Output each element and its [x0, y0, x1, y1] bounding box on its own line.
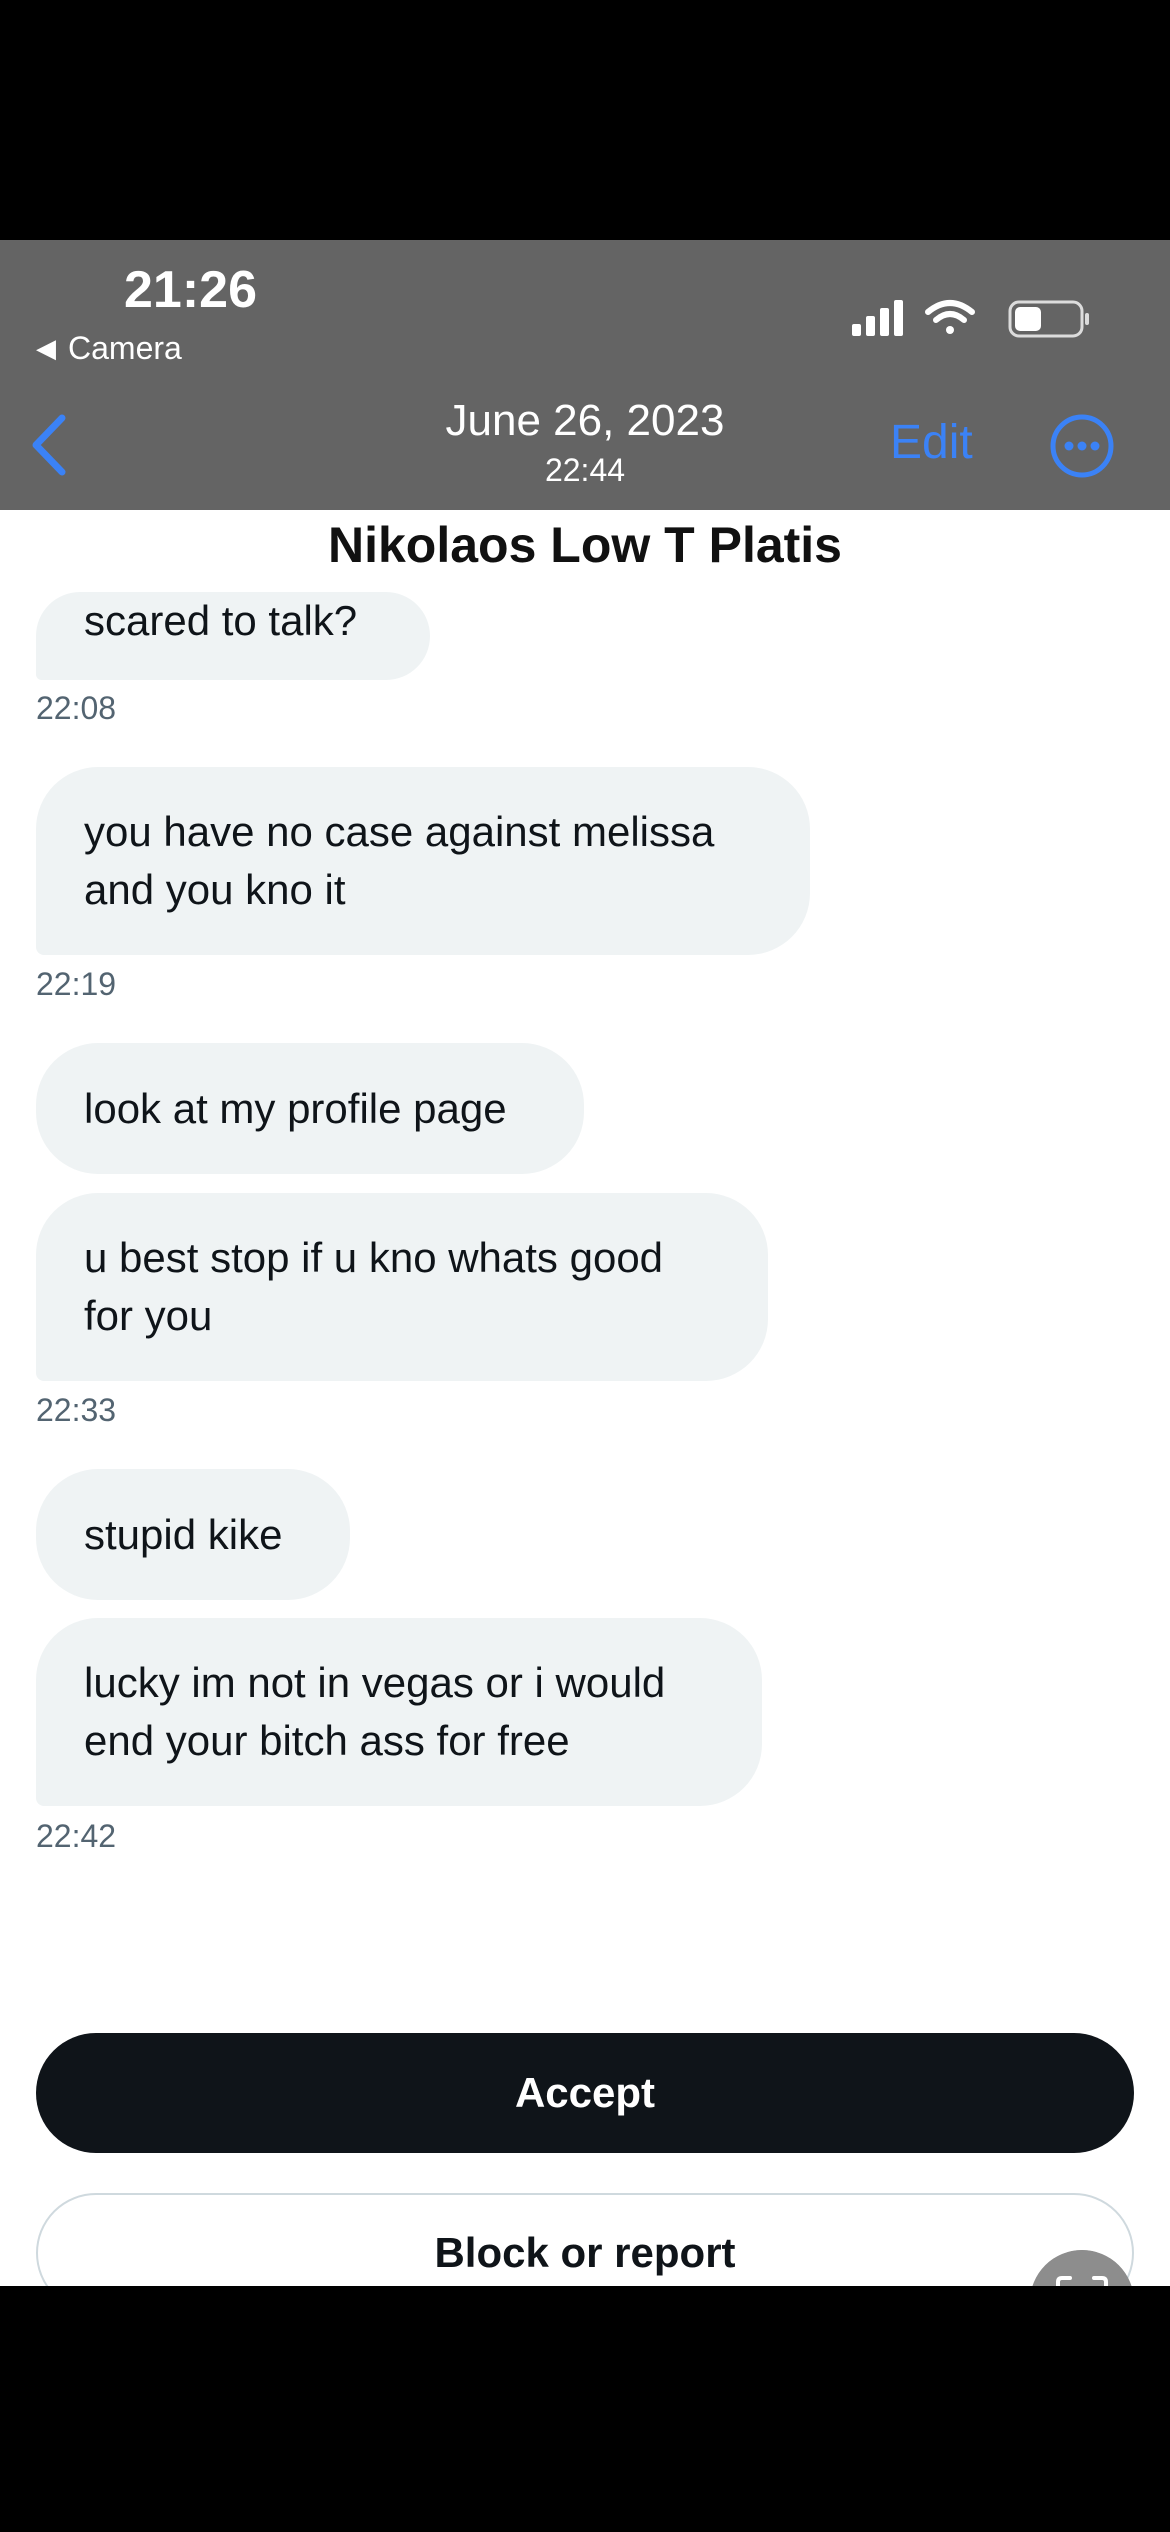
header-date: June 26, 2023	[445, 396, 725, 445]
edit-button[interactable]: Edit	[890, 415, 973, 470]
status-time: 21:26	[124, 261, 257, 319]
message-text: stupid kike	[84, 1510, 283, 1558]
message-text: u best stop if u kno whats good for you	[84, 1234, 664, 1339]
message-timestamp: 22:19	[36, 966, 117, 1002]
wifi-icon	[925, 300, 975, 334]
header-time: 22:44	[544, 452, 626, 488]
message-bubble[interactable]: u best stop if u kno whats good for you	[36, 1193, 768, 1381]
message-timestamp: 22:33	[36, 1392, 117, 1428]
message-text: lucky im not in vegas or i would end you…	[84, 1659, 666, 1764]
accept-button[interactable]: Accept	[36, 2033, 1134, 2153]
message-text: look at my profile page	[84, 1084, 507, 1132]
signal-icon	[852, 300, 903, 336]
chevron-left-icon[interactable]	[22, 410, 78, 480]
more-circle-icon[interactable]	[1050, 414, 1114, 478]
back-triangle-icon: ◀	[36, 333, 56, 363]
top-letterbox	[0, 0, 1170, 240]
back-to-camera[interactable]: ◀ Camera	[36, 330, 182, 367]
back-app-label: Camera	[68, 330, 182, 366]
bottom-letterbox	[0, 2286, 1170, 2532]
message-timestamp: 22:08	[36, 690, 117, 726]
message-text: scared to talk?	[84, 597, 358, 644]
message-bubble[interactable]: look at my profile page	[36, 1043, 584, 1174]
message-bubble[interactable]: scared to talk?	[36, 592, 430, 680]
message-bubble[interactable]: stupid kike	[36, 1469, 350, 1600]
battery-icon	[1008, 300, 1089, 338]
contact-name: Nikolaos Low T Platis	[328, 517, 842, 573]
message-text: you have no case against melissa and you…	[84, 808, 715, 913]
message-bubble[interactable]: lucky im not in vegas or i would end you…	[36, 1618, 762, 1806]
status-icons	[852, 300, 1089, 338]
message-bubble[interactable]: you have no case against melissa and you…	[36, 767, 810, 955]
message-timestamp: 22:42	[36, 1818, 117, 1854]
